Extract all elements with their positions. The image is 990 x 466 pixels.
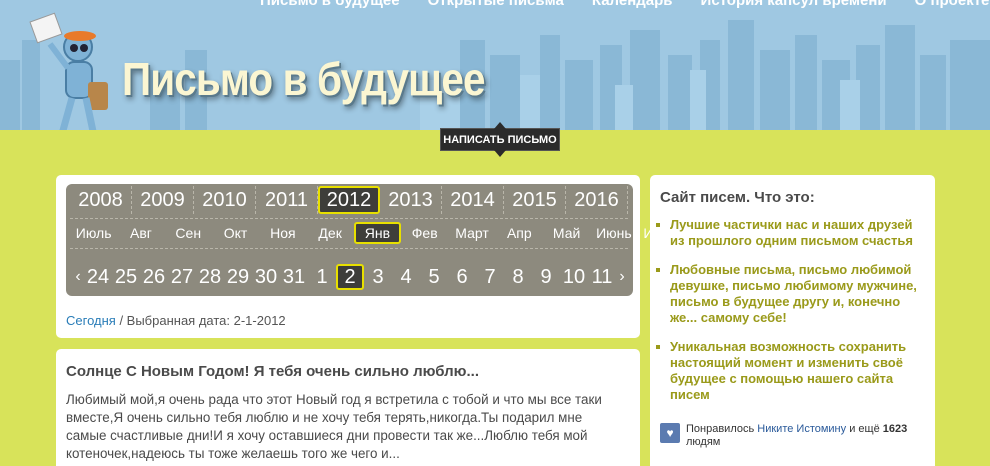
day-item[interactable]: 29 xyxy=(224,264,252,290)
day-item[interactable]: 31 xyxy=(280,264,308,290)
day-item[interactable]: 25 xyxy=(112,264,140,290)
month-item[interactable]: Окт xyxy=(212,222,259,244)
month-item[interactable]: Июль xyxy=(70,222,117,244)
nav-link-calendar[interactable]: Календарь xyxy=(592,0,673,9)
like-heart-icon[interactable]: ♥ xyxy=(660,423,680,443)
day-item[interactable]: 9 xyxy=(532,264,560,290)
letter-title[interactable]: Солнце С Новым Годом! Я тебя очень сильн… xyxy=(66,363,479,380)
month-item[interactable]: Март xyxy=(448,222,495,244)
month-item[interactable]: Авг xyxy=(117,222,164,244)
year-item[interactable]: 2014 xyxy=(442,186,504,214)
calendar-card: 2008 2009 2010 2011 2012 2013 2014 2015 … xyxy=(56,175,679,338)
nav-link-about[interactable]: О проекте xyxy=(915,0,990,9)
month-item[interactable]: Сен xyxy=(165,222,212,244)
day-item[interactable]: 11 xyxy=(588,264,616,290)
robot-mascot-icon xyxy=(29,12,108,130)
sidebar-list-item: Лучшие частички нас и наших друзей из пр… xyxy=(656,217,930,249)
calendar-divider xyxy=(70,218,628,219)
liker-name-link[interactable]: Никите Истомину xyxy=(757,423,846,435)
calendar-panel: 2008 2009 2010 2011 2012 2013 2014 2015 … xyxy=(66,184,679,296)
month-item[interactable]: Ноя xyxy=(259,222,306,244)
year-item-selected[interactable]: 2012 xyxy=(318,186,380,214)
like-prefix: Понравилось xyxy=(686,423,758,435)
day-item[interactable]: 4 xyxy=(392,264,420,290)
day-item[interactable]: 1 xyxy=(308,264,336,290)
day-item[interactable]: 8 xyxy=(504,264,532,290)
year-item[interactable]: 2009 xyxy=(132,186,194,214)
nav-link-time-capsules[interactable]: История капсул времени xyxy=(701,0,887,9)
site-logo-title[interactable]: Письмо в будущее xyxy=(122,52,486,106)
month-selector: Июль Авг Сен Окт Ноя Дек Янв Фев Март Ап… xyxy=(70,222,685,244)
day-item[interactable]: 5 xyxy=(420,264,448,290)
sidebar-card: Сайт писем. Что это: Лучшие частички нас… xyxy=(650,175,935,466)
nav-link-letter-future[interactable]: Письмо в будущее xyxy=(260,0,400,9)
day-item[interactable]: 7 xyxy=(476,264,504,290)
site-header: Письмо в будущее Открытые письма Календа… xyxy=(0,0,990,130)
like-row: ♥ Понравилось Никите Истомину и ещё 1623… xyxy=(660,423,930,449)
year-item[interactable]: 2008 xyxy=(70,186,132,214)
day-selector: ‹ 24 25 26 27 28 29 30 31 1 2 3 4 5 6 7 … xyxy=(72,264,628,290)
year-item[interactable]: 2010 xyxy=(194,186,256,214)
like-suffix: людям xyxy=(686,436,721,448)
selected-date-label: / Выбранная дата: 2-1-2012 xyxy=(115,313,286,328)
like-count: 1623 xyxy=(882,423,908,435)
month-item[interactable]: Июнь xyxy=(590,222,637,244)
day-item[interactable]: 28 xyxy=(196,264,224,290)
day-item[interactable]: 26 xyxy=(140,264,168,290)
calendar-divider xyxy=(70,248,628,249)
month-item[interactable]: Май xyxy=(543,222,590,244)
write-letter-button[interactable]: НАПИСАТЬ ПИСЬМО xyxy=(440,122,560,157)
today-link[interactable]: Сегодня xyxy=(66,313,116,328)
day-item[interactable]: 27 xyxy=(168,264,196,290)
sidebar-list-item: Уникальная возможность сохранить настоящ… xyxy=(656,339,930,403)
year-item[interactable]: 2011 xyxy=(256,186,318,214)
month-item-selected[interactable]: Янв xyxy=(353,222,402,244)
sidebar-title: Сайт писем. Что это: xyxy=(660,189,815,206)
month-item[interactable]: Апр xyxy=(496,222,543,244)
year-item[interactable]: 2016 xyxy=(566,186,628,214)
like-text: Понравилось Никите Истомину и ещё 1623 л… xyxy=(686,423,907,449)
day-item-selected[interactable]: 2 xyxy=(336,264,364,290)
day-item[interactable]: 24 xyxy=(84,264,112,290)
letter-text: Любимый мой,я очень рада что этот Новый … xyxy=(66,392,602,461)
like-middle: и ещё xyxy=(846,423,883,435)
calendar-footer: Сегодня / Выбранная дата: 2-1-2012 xyxy=(66,313,286,328)
chevron-left-icon[interactable]: ‹ xyxy=(72,268,84,286)
year-item[interactable]: 2015 xyxy=(504,186,566,214)
day-item[interactable]: 6 xyxy=(448,264,476,290)
sidebar-list-item: Любовные письма, письмо любимой девушке,… xyxy=(656,262,930,326)
month-item[interactable]: Фев xyxy=(401,222,448,244)
day-item[interactable]: 10 xyxy=(560,264,588,290)
chevron-right-icon[interactable]: › xyxy=(616,268,628,286)
month-item[interactable]: Дек xyxy=(306,222,353,244)
nav-link-open-letters[interactable]: Открытые письма xyxy=(428,0,564,9)
sidebar-list: Лучшие частички нас и наших друзей из пр… xyxy=(656,217,930,416)
top-navigation: Письмо в будущее Открытые письма Календа… xyxy=(260,0,989,9)
year-selector: 2008 2009 2010 2011 2012 2013 2014 2015 … xyxy=(70,186,628,214)
day-item[interactable]: 30 xyxy=(252,264,280,290)
letter-card: Солнце С Новым Годом! Я тебя очень сильн… xyxy=(56,349,640,466)
day-item[interactable]: 3 xyxy=(364,264,392,290)
year-item[interactable]: 2013 xyxy=(380,186,442,214)
